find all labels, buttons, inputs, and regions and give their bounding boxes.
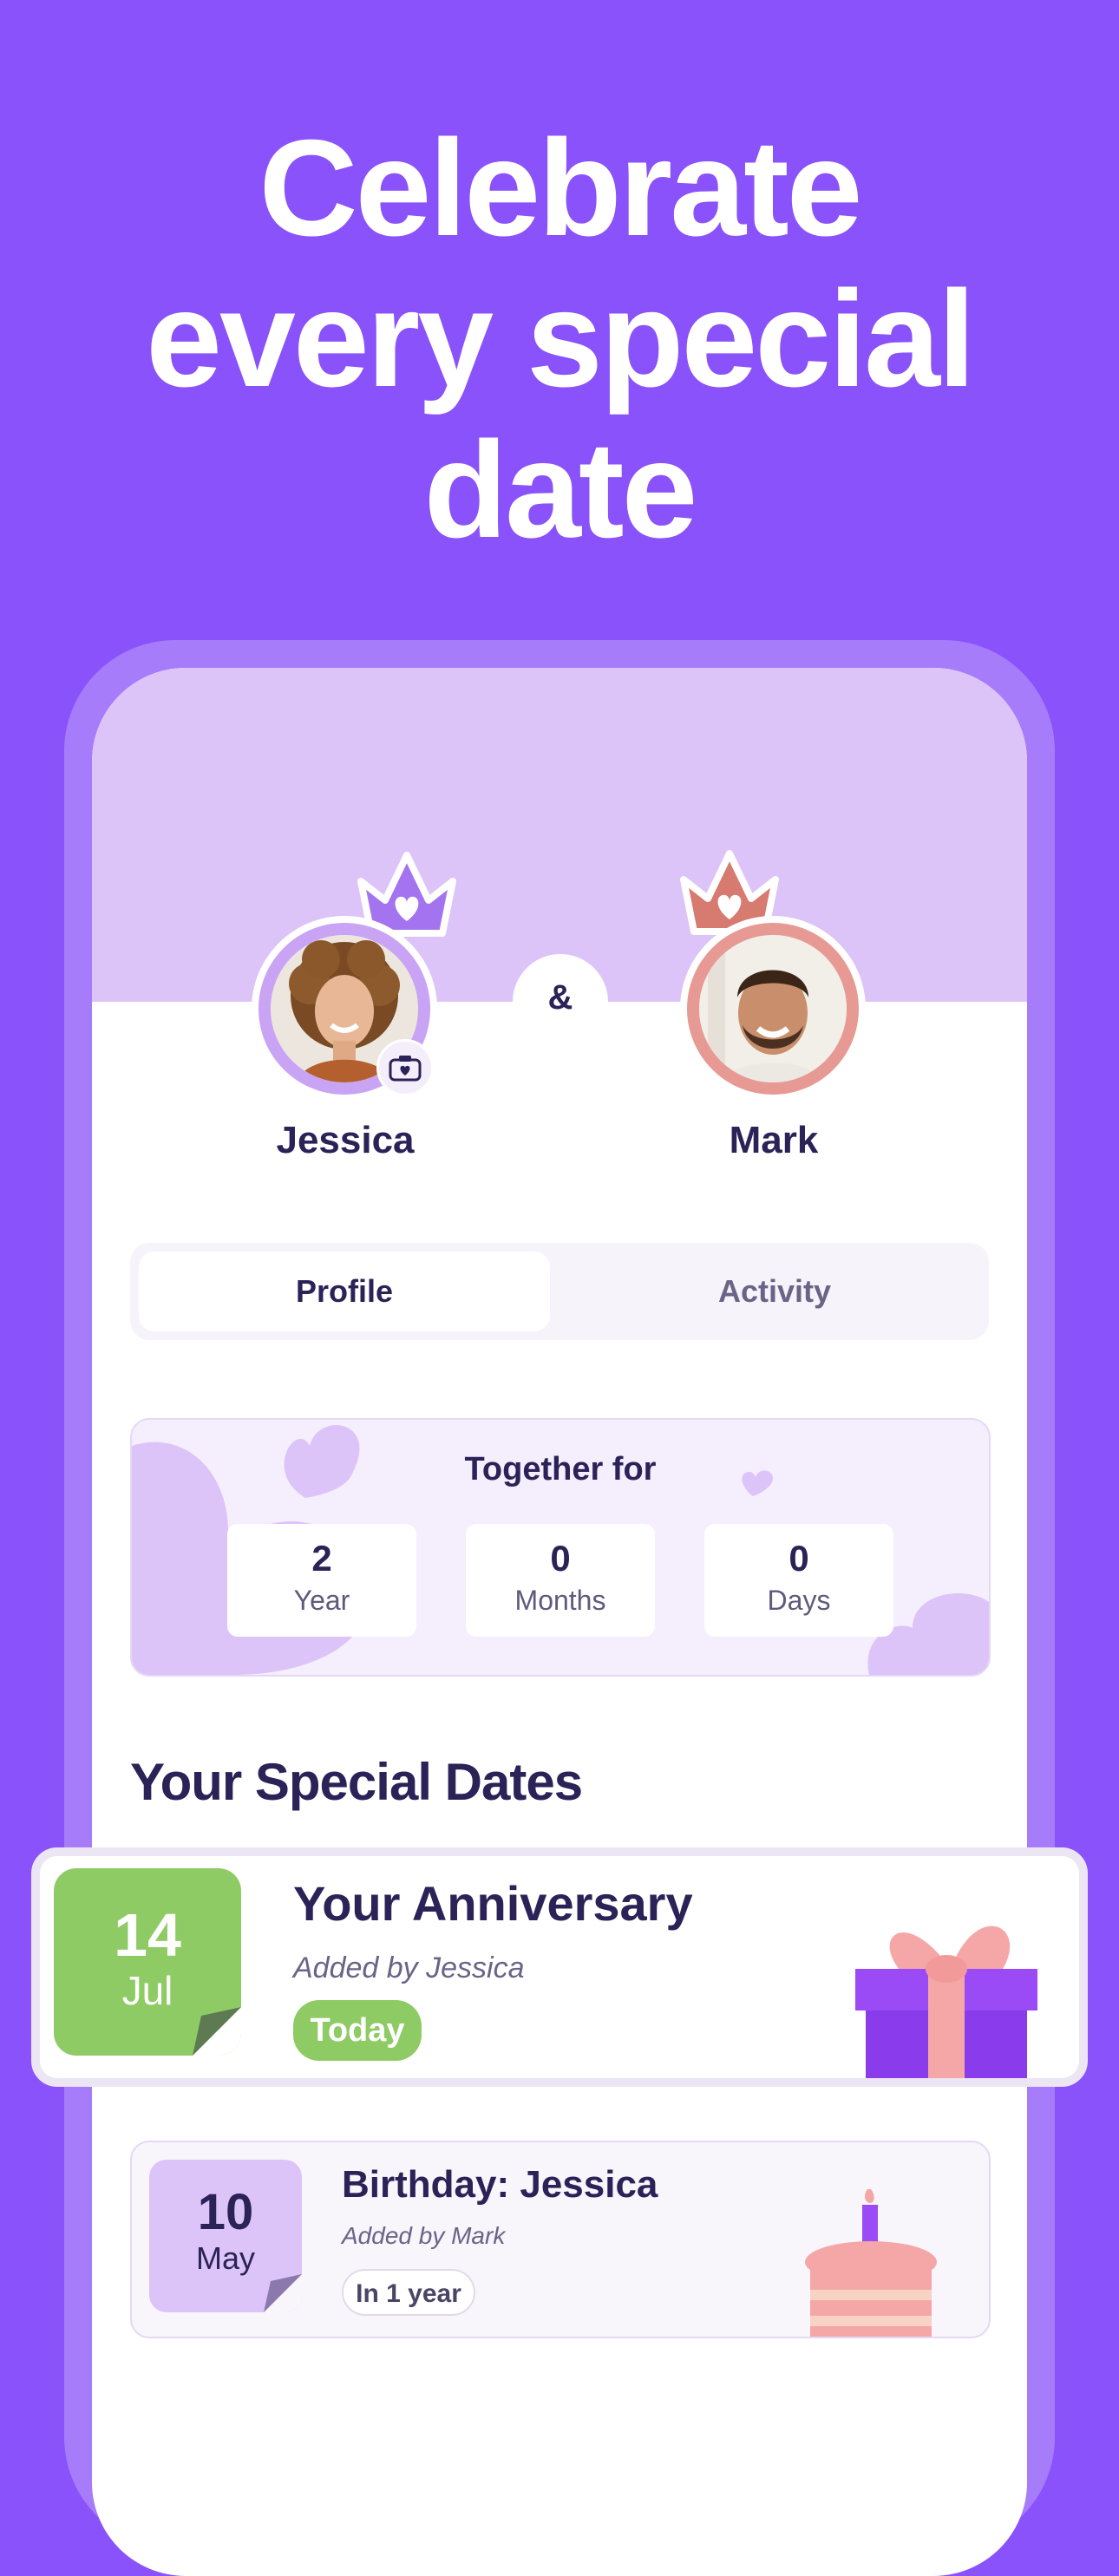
stat-label: Year	[293, 1585, 350, 1616]
date-status-badge: Today	[293, 2000, 422, 2061]
stat-days: 0 Days	[704, 1524, 893, 1637]
avatar-jessica[interactable]	[252, 916, 437, 1102]
together-for-card: Together for 2 Year 0 Months 0 Days	[130, 1418, 991, 1677]
date-tile: 10 May	[149, 2160, 302, 2312]
stat-value: 0	[550, 1538, 571, 1579]
page-curl-icon	[193, 2007, 241, 2056]
date-title: Birthday: Jessica	[342, 2163, 658, 2206]
person-name-mark: Mark	[729, 1119, 819, 1161]
person-name-jessica: Jessica	[276, 1119, 415, 1161]
mark-photo	[699, 935, 847, 1082]
added-by: Added by Mark	[342, 2222, 506, 2249]
stat-label: Months	[514, 1585, 606, 1616]
together-for-title: Together for	[464, 1451, 657, 1487]
date-status-badge: In 1 year	[342, 2269, 475, 2316]
profile-activity-tabs: Profile Activity	[130, 1243, 989, 1340]
headline: Celebrate every special date	[146, 112, 976, 566]
date-title: Your Anniversary	[293, 1876, 693, 1931]
special-date-card-anniversary[interactable]: 14 Jul Your Anniversary Added by Jessica…	[31, 1847, 1088, 2087]
cake-icon	[805, 2189, 937, 2337]
change-photo-icon[interactable]	[376, 1039, 434, 1096]
gift-icon	[855, 1925, 1037, 2078]
ampersand: &	[513, 954, 608, 1049]
header-background	[92, 668, 1027, 1002]
stat-value: 0	[789, 1538, 809, 1579]
date-day: 10	[197, 2184, 254, 2240]
date-month: May	[195, 2240, 255, 2276]
stat-label: Days	[767, 1585, 831, 1616]
page-curl-icon	[264, 2274, 302, 2312]
tab-activity[interactable]: Activity	[569, 1252, 980, 1331]
stat-months: 0 Months	[466, 1524, 655, 1637]
date-tile: 14 Jul	[54, 1868, 241, 2056]
added-by: Added by Jessica	[293, 1952, 525, 1984]
tab-profile[interactable]: Profile	[139, 1252, 550, 1331]
special-date-card-birthday[interactable]: 10 May Birthday: Jessica Added by Mark I…	[130, 2141, 991, 2338]
stat-years: 2 Year	[227, 1524, 416, 1637]
stat-value: 2	[311, 1538, 332, 1579]
special-dates-title: Your Special Dates	[130, 1753, 583, 1811]
avatar-mark[interactable]	[680, 916, 866, 1102]
date-day: 14	[114, 1901, 181, 1969]
